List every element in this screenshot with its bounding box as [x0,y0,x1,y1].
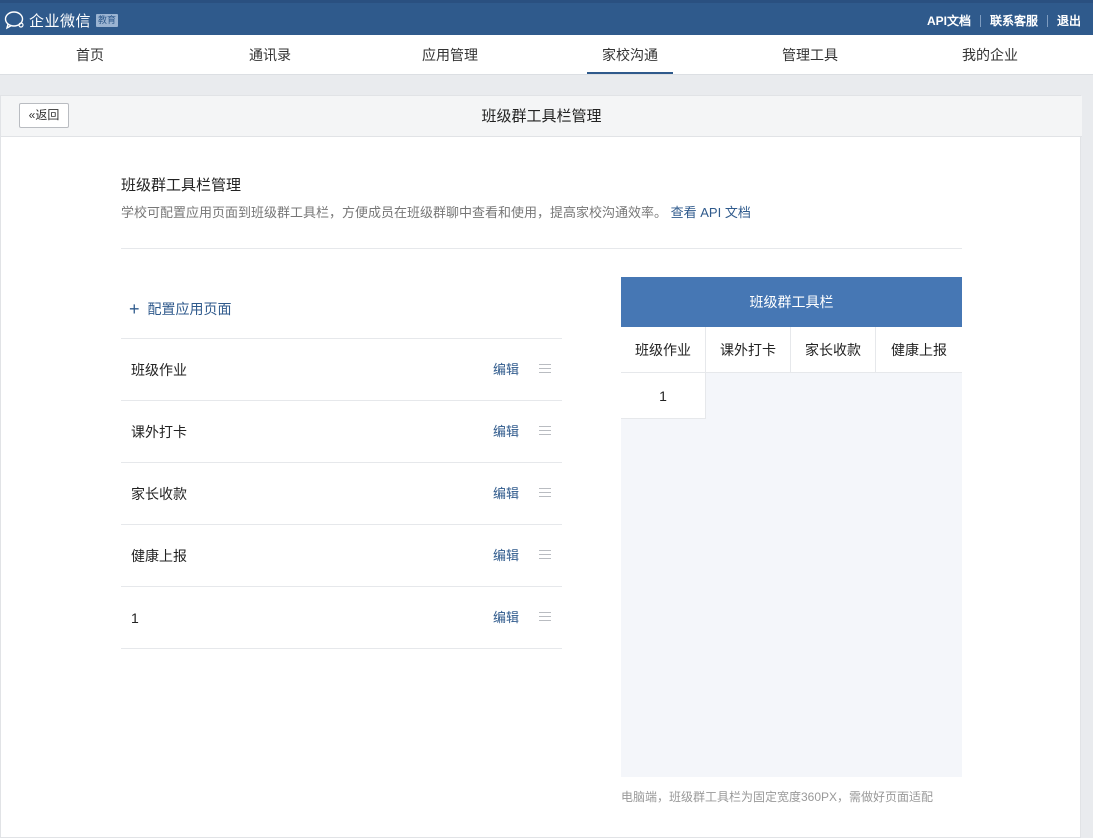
back-button[interactable]: «返回 [19,103,69,128]
drag-handle-icon[interactable] [539,364,551,374]
edit-button[interactable]: 编辑 [493,339,519,401]
list-item-name: 健康上报 [131,548,187,564]
drag-handle-icon[interactable] [539,550,551,560]
preview-tab[interactable]: 班级作业 [621,327,706,372]
list-item-name: 课外打卡 [131,424,187,440]
edit-button[interactable]: 编辑 [493,587,519,649]
nav-item-management-tools[interactable]: 管理工具 [720,35,900,75]
nav-item-my-enterprise[interactable]: 我的企业 [900,35,1080,75]
toolbar-item-list: 班级作业 编辑 课外打卡 编辑 家长收款 编辑 健康上报 编辑 1 编辑 [121,338,562,649]
main-card: 班级群工具栏管理 «返回 班级群工具栏管理 学校可配置应用页面到班级群工具栏，方… [0,95,1082,838]
drag-handle-icon[interactable] [539,426,551,436]
top-links: API文档 联系客服 退出 [927,12,1081,29]
add-app-page-button[interactable]: + 配置应用页面 [129,299,232,319]
drag-handle-icon[interactable] [539,488,551,498]
preview-title: 班级群工具栏 [621,277,962,327]
section-title: 班级群工具栏管理 [121,177,242,194]
edit-button[interactable]: 编辑 [493,463,519,525]
page-title: 班级群工具栏管理 [481,108,602,125]
description-text: 学校可配置应用页面到班级群工具栏，方便成员在班级群聊中查看和使用，提高家校沟通效… [121,205,668,220]
logo[interactable]: 企业微信 教育 [4,7,119,33]
main-nav: 首页 通讯录 应用管理 家校沟通 管理工具 我的企业 [0,35,1093,75]
edu-badge: 教育 [96,13,119,27]
list-item: 课外打卡 编辑 [121,401,562,463]
divider [979,14,981,27]
logout-link[interactable]: 退出 [1057,12,1081,29]
toolbar-preview: 班级群工具栏 班级作业 课外打卡 家长收款 健康上报 1 [621,277,962,777]
preview-tab[interactable]: 健康上报 [876,327,962,372]
edit-button[interactable]: 编辑 [493,401,519,463]
preview-note: 电脑端，班级群工具栏为固定宽度360PX，需做好页面适配 [621,790,934,804]
nav-item-home[interactable]: 首页 [0,35,180,75]
list-item-name: 家长收款 [131,486,187,502]
edit-button[interactable]: 编辑 [493,525,519,587]
contact-support-link[interactable]: 联系客服 [990,12,1038,29]
section-description: 学校可配置应用页面到班级群工具栏，方便成员在班级群聊中查看和使用，提高家校沟通效… [121,202,751,221]
preview-tab[interactable]: 家长收款 [791,327,876,372]
nav-item-contacts[interactable]: 通讯录 [180,35,360,75]
api-doc-link[interactable]: API文档 [927,12,971,29]
divider [1046,14,1048,27]
plus-icon: + [129,299,140,319]
nav-item-school-communication[interactable]: 家校沟通 [540,35,720,75]
preview-tab[interactable]: 1 [621,373,706,419]
nav-item-app-management[interactable]: 应用管理 [360,35,540,75]
view-api-doc-link[interactable]: 查看 API 文档 [671,205,751,220]
list-item: 1 编辑 [121,587,562,649]
list-item: 家长收款 编辑 [121,463,562,525]
top-bar: 企业微信 教育 API文档 联系客服 退出 [0,0,1093,35]
logo-text: 企业微信 [29,12,92,30]
add-app-page-label: 配置应用页面 [147,301,232,317]
section-divider [121,248,962,249]
list-item-name: 班级作业 [131,362,187,378]
preview-tabs: 班级作业 课外打卡 家长收款 健康上报 [621,327,962,373]
back-button-label: 返回 [35,108,60,122]
list-item: 健康上报 编辑 [121,525,562,587]
wecom-logo-icon [4,11,24,30]
list-item: 班级作业 编辑 [121,339,562,401]
card-header: 班级群工具栏管理 «返回 [1,96,1082,137]
drag-handle-icon[interactable] [539,612,551,622]
preview-tab[interactable]: 课外打卡 [706,327,791,372]
list-item-name: 1 [131,610,139,626]
